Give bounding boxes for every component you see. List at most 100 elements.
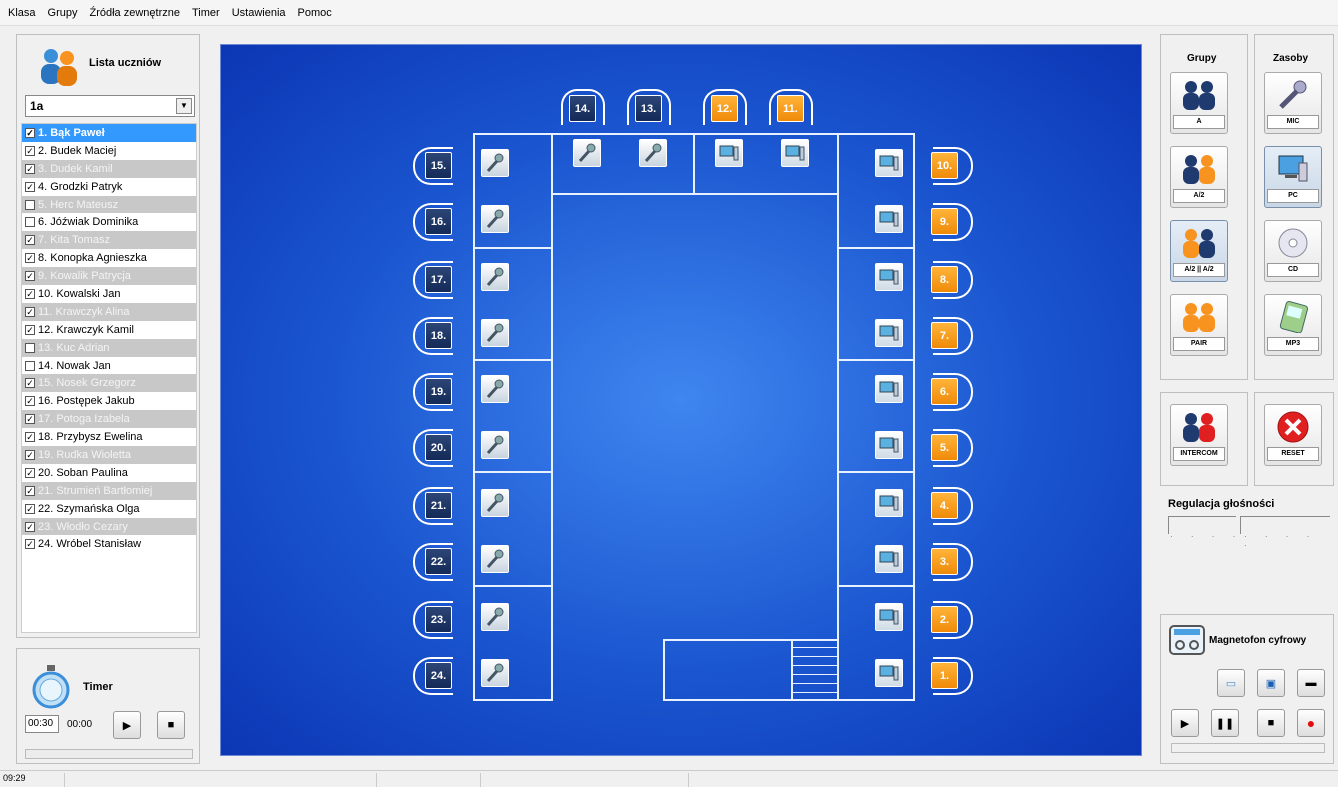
timer-set-field[interactable]: 00:30: [25, 715, 59, 733]
recorder-open-button[interactable]: ▭: [1217, 669, 1245, 697]
pc-icon[interactable]: [875, 149, 903, 177]
pc-icon[interactable]: [875, 375, 903, 403]
seat-badge[interactable]: 5.: [931, 434, 958, 461]
student-checkbox[interactable]: ✓: [25, 521, 35, 532]
resource-button[interactable]: MP3: [1264, 294, 1322, 356]
seat-badge[interactable]: 4.: [931, 492, 958, 519]
group-button[interactable]: PAIR: [1170, 294, 1228, 356]
student-row[interactable]: ✓ 2. Budek Maciej: [22, 142, 196, 160]
student-checkbox[interactable]: ✓: [25, 306, 35, 317]
seat-badge[interactable]: 6.: [931, 378, 958, 405]
mic-icon[interactable]: [573, 139, 601, 167]
recorder-eject-button[interactable]: ▬: [1297, 669, 1325, 697]
seat-badge[interactable]: 19.: [425, 378, 452, 405]
student-row[interactable]: ✓ 10. Kowalski Jan: [22, 285, 196, 303]
group-button[interactable]: A: [1170, 72, 1228, 134]
resource-button[interactable]: PC: [1264, 146, 1322, 208]
mic-icon[interactable]: [481, 319, 509, 347]
menu-timer[interactable]: Timer: [192, 7, 220, 19]
student-checkbox[interactable]: ✓: [25, 288, 35, 299]
seat-badge[interactable]: 1.: [931, 662, 958, 689]
student-checkbox[interactable]: ✓: [25, 181, 35, 192]
seat-badge[interactable]: 16.: [425, 208, 452, 235]
student-checkbox[interactable]: ✓: [25, 485, 35, 496]
seat-badge[interactable]: 7.: [931, 322, 958, 349]
reset-button[interactable]: RESET: [1264, 404, 1322, 466]
student-row[interactable]: ✓ 11. Krawczyk Alina: [22, 302, 196, 321]
class-select[interactable]: 1a ▼: [25, 95, 195, 117]
student-row[interactable]: ✓ 21. Strumień Bartłomiej: [22, 481, 196, 500]
seat-badge[interactable]: 3.: [931, 548, 958, 575]
mic-icon[interactable]: [481, 489, 509, 517]
student-row[interactable]: 6. Jóźwiak Dominika: [22, 213, 196, 231]
resource-button[interactable]: CD: [1264, 220, 1322, 282]
student-checkbox[interactable]: [25, 199, 35, 210]
student-row[interactable]: ✓ 7. Kita Tomasz: [22, 231, 196, 250]
pc-icon[interactable]: [875, 659, 903, 687]
student-checkbox[interactable]: [25, 360, 35, 371]
seat-badge[interactable]: 8.: [931, 266, 958, 293]
seat-badge[interactable]: 11.: [777, 95, 804, 122]
intercom-button[interactable]: INTERCOM: [1170, 404, 1228, 466]
student-checkbox[interactable]: ✓: [25, 253, 35, 264]
seat-badge[interactable]: 23.: [425, 606, 452, 633]
recorder-play-button[interactable]: ▶: [1171, 709, 1199, 737]
student-checkbox[interactable]: ✓: [25, 378, 35, 389]
student-row[interactable]: ✓ 4. Grodzki Patryk: [22, 178, 196, 196]
seat-badge[interactable]: 20.: [425, 434, 452, 461]
student-checkbox[interactable]: ✓: [25, 127, 35, 138]
student-checkbox[interactable]: ✓: [25, 324, 35, 335]
pc-icon[interactable]: [875, 489, 903, 517]
pc-icon[interactable]: [715, 139, 743, 167]
mic-icon[interactable]: [481, 431, 509, 459]
seat-badge[interactable]: 15.: [425, 152, 452, 179]
student-row[interactable]: ✓ 18. Przybysz Ewelina: [22, 428, 196, 446]
pc-icon[interactable]: [781, 139, 809, 167]
seat-badge[interactable]: 17.: [425, 266, 452, 293]
student-row[interactable]: ✓ 20. Soban Paulina: [22, 464, 196, 482]
student-checkbox[interactable]: ✓: [25, 432, 35, 443]
student-row[interactable]: ✓ 1. Bąk Paweł: [22, 124, 196, 142]
resource-button[interactable]: MIC: [1264, 72, 1322, 134]
student-checkbox[interactable]: ✓: [25, 235, 35, 246]
mic-icon[interactable]: [481, 545, 509, 573]
mic-icon[interactable]: [481, 603, 509, 631]
student-row[interactable]: ✓ 16. Postępek Jakub: [22, 392, 196, 410]
student-checkbox[interactable]: ✓: [25, 163, 35, 174]
pc-icon[interactable]: [875, 603, 903, 631]
seat-badge[interactable]: 2.: [931, 606, 958, 633]
seat-badge[interactable]: 13.: [635, 95, 662, 122]
student-row[interactable]: ✓ 8. Konopka Agnieszka: [22, 249, 196, 267]
menu-grupy[interactable]: Grupy: [48, 7, 78, 19]
seat-badge[interactable]: 22.: [425, 548, 452, 575]
student-row[interactable]: ✓ 15. Nosek Grzegorz: [22, 374, 196, 393]
student-checkbox[interactable]: ✓: [25, 145, 35, 156]
mic-icon[interactable]: [481, 149, 509, 177]
seat-badge[interactable]: 21.: [425, 492, 452, 519]
student-row[interactable]: 14. Nowak Jan: [22, 357, 196, 375]
pc-icon[interactable]: [875, 431, 903, 459]
student-row[interactable]: ✓ 22. Szymańska Olga: [22, 500, 196, 518]
student-checkbox[interactable]: ✓: [25, 467, 35, 478]
student-row[interactable]: ✓ 12. Krawczyk Kamil: [22, 321, 196, 339]
student-row[interactable]: ✓ 23. Włodło Cezary: [22, 517, 196, 536]
student-checkbox[interactable]: ✓: [25, 503, 35, 514]
pc-icon[interactable]: [875, 205, 903, 233]
student-checkbox[interactable]: [25, 342, 35, 353]
seat-badge[interactable]: 12.: [711, 95, 738, 122]
student-row[interactable]: ✓ 3. Dudek Kamil: [22, 159, 196, 178]
student-row[interactable]: ✓ 24. Wróbel Stanisław: [22, 535, 196, 553]
seat-badge[interactable]: 9.: [931, 208, 958, 235]
menu-klasa[interactable]: Klasa: [8, 7, 36, 19]
seat-badge[interactable]: 18.: [425, 322, 452, 349]
pc-icon[interactable]: [875, 319, 903, 347]
student-checkbox[interactable]: ✓: [25, 271, 35, 282]
student-checkbox[interactable]: ✓: [25, 449, 35, 460]
seat-badge[interactable]: 10.: [931, 152, 958, 179]
recorder-stop-button[interactable]: ■: [1257, 709, 1285, 737]
recorder-record-button[interactable]: ●: [1297, 709, 1325, 737]
group-button[interactable]: A/2 || A/2: [1170, 220, 1228, 282]
student-checkbox[interactable]: ✓: [25, 396, 35, 407]
chevron-down-icon[interactable]: ▼: [176, 98, 192, 114]
timer-stop-button[interactable]: ■: [157, 711, 185, 739]
